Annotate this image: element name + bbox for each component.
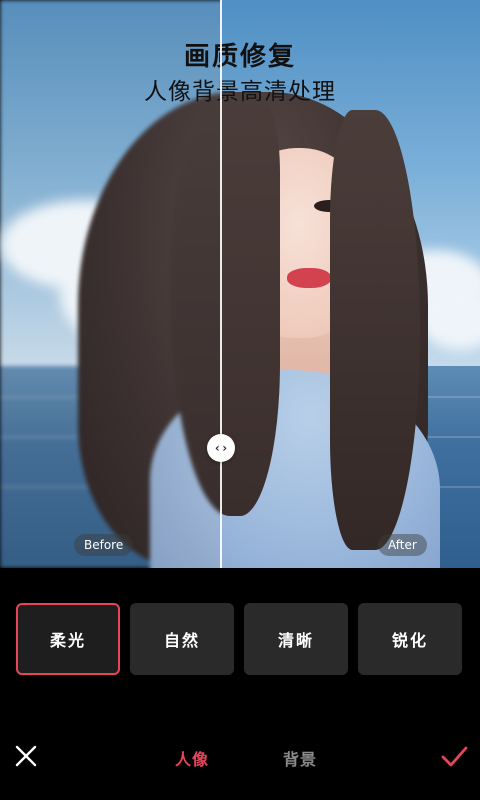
check-icon xyxy=(441,746,468,767)
confirm-button[interactable] xyxy=(438,740,470,772)
option-clear[interactable]: 清晰 xyxy=(244,603,348,675)
photo-preview: 画质修复 人像背景高清处理 ‹› Before After xyxy=(0,0,480,568)
page-title: 画质修复 xyxy=(183,42,296,72)
after-label: After xyxy=(378,534,427,556)
option-sharpen[interactable]: 锐化 xyxy=(358,603,462,675)
compare-handle-icon[interactable]: ‹› xyxy=(207,434,235,462)
before-label: Before xyxy=(74,534,134,556)
option-natural[interactable]: 自然 xyxy=(130,603,234,675)
close-icon xyxy=(15,745,37,767)
compare-handle-glyph: ‹› xyxy=(213,441,229,455)
tab-portrait[interactable]: 人像 xyxy=(175,746,209,770)
page-subtitle: 人像背景高清处理 xyxy=(144,79,336,105)
enhance-options: 柔光 自然 清晰 锐化 xyxy=(16,603,464,675)
compare-divider[interactable] xyxy=(220,0,222,568)
close-button[interactable] xyxy=(12,742,40,770)
tab-background[interactable]: 背景 xyxy=(283,746,317,770)
option-soft-light[interactable]: 柔光 xyxy=(16,603,120,675)
